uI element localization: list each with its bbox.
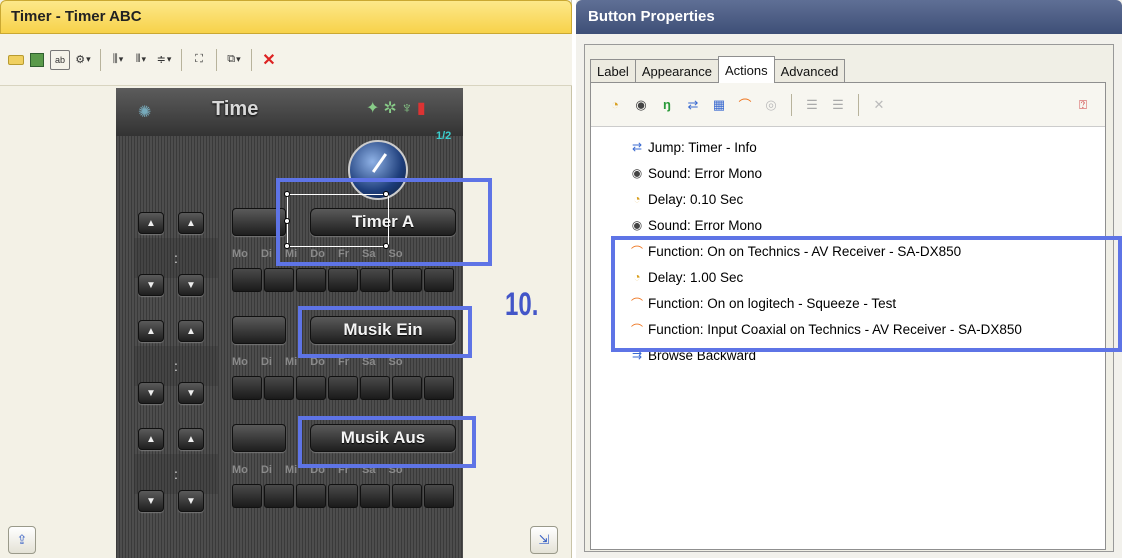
- resize-corner-icon[interactable]: ⇲: [530, 526, 558, 554]
- minute-up-button[interactable]: ▲: [178, 428, 204, 450]
- delete-icon[interactable]: ✕: [259, 50, 279, 70]
- timer-editor-panel: Timer - Timer ABC ab ⚙ ⫼ ⫴ ≑ ⛶ ⧉ ✕ ✺ Tim…: [0, 0, 572, 558]
- tab-label[interactable]: Label: [590, 59, 636, 83]
- toolbar-separator: [858, 93, 859, 116]
- hour-up-button[interactable]: ▲: [138, 428, 164, 450]
- toggle-button[interactable]: [232, 424, 286, 452]
- weekday-button[interactable]: [296, 268, 326, 292]
- action-item[interactable]: ◉ Sound: Error Mono: [629, 213, 762, 237]
- tab-advanced[interactable]: Advanced: [773, 59, 846, 83]
- weekday-button[interactable]: [424, 376, 454, 400]
- hour-up-button[interactable]: ▲: [138, 320, 164, 342]
- record-icon[interactable]: ◎: [761, 95, 781, 115]
- weekday-button[interactable]: [264, 376, 294, 400]
- distribute-icon[interactable]: ⫴: [131, 50, 151, 70]
- time-display: :: [134, 238, 218, 278]
- action-text: Sound: Error Mono: [648, 217, 763, 233]
- panel-title: Timer - Timer ABC: [0, 0, 572, 34]
- minute-down-button[interactable]: ▼: [178, 274, 204, 296]
- time-display: :: [134, 346, 218, 386]
- panel-title: Button Properties: [576, 0, 1122, 34]
- settings-icon[interactable]: ⚙: [73, 50, 93, 70]
- weekday-button[interactable]: [264, 268, 294, 292]
- action-item[interactable]: ◉ Sound: Error Mono: [629, 161, 762, 185]
- weekday-button[interactable]: [232, 376, 262, 400]
- align-vertical-icon[interactable]: ≑: [154, 50, 174, 70]
- toolbar-separator: [181, 48, 182, 71]
- action-text: Sound: Error Mono: [648, 165, 763, 181]
- weekday-button[interactable]: [424, 484, 454, 508]
- add-macro-icon[interactable]: ŋ: [657, 95, 677, 115]
- properties-tabs: Label Appearance Actions Advanced: [590, 56, 846, 83]
- highlight-musik-aus: [298, 416, 476, 468]
- sound-icon: ◉: [631, 166, 643, 180]
- loading-icon: ✺: [138, 104, 152, 121]
- action-item[interactable]: ⇄ Jump: Timer - Info: [629, 135, 757, 159]
- step-number: 10.: [505, 286, 539, 322]
- page-counter: 1/2: [436, 130, 452, 142]
- weekday-button[interactable]: [328, 484, 358, 508]
- tab-appearance[interactable]: Appearance: [634, 59, 719, 83]
- weekday-button[interactable]: [392, 484, 422, 508]
- weekday-button[interactable]: [232, 268, 262, 292]
- toolbar-separator: [791, 93, 792, 116]
- align-horizontal-icon[interactable]: ⫼: [108, 50, 128, 70]
- tab-actions[interactable]: Actions: [717, 56, 775, 83]
- screen-title: Time: [212, 98, 259, 120]
- weekday-button[interactable]: [296, 376, 326, 400]
- action-item[interactable]: ◔ Delay: 0.10 Sec: [629, 187, 743, 211]
- actions-toolbar: ◔ ◉ ŋ ⇄ ▦ ⌒ ◎ ☰ ☰ ✕ ⍰: [591, 83, 1105, 127]
- weekday-button[interactable]: [296, 484, 326, 508]
- weekday-button[interactable]: [360, 484, 390, 508]
- highlight-musik-ein: [298, 306, 472, 358]
- editor-toolbar: ab ⚙ ⫼ ⫴ ≑ ⛶ ⧉ ✕: [0, 34, 572, 86]
- jump-icon: ⇄: [631, 140, 643, 154]
- minute-up-button[interactable]: ▲: [178, 212, 204, 234]
- highlight-actions: [611, 236, 1122, 352]
- delay-icon: ◔: [633, 192, 641, 206]
- weekday-button[interactable]: [360, 268, 390, 292]
- toolbar-separator: [216, 48, 217, 71]
- toggle-button[interactable]: [232, 316, 286, 344]
- toolbar-separator: [100, 48, 101, 71]
- fit-icon[interactable]: ⛶: [189, 50, 209, 70]
- weekday-button[interactable]: [328, 268, 358, 292]
- hour-down-button[interactable]: ▼: [138, 274, 164, 296]
- sound-icon: ◉: [631, 218, 643, 232]
- weekday-button[interactable]: [264, 484, 294, 508]
- help-icon[interactable]: ⍰: [1073, 95, 1093, 115]
- hour-down-button[interactable]: ▼: [138, 382, 164, 404]
- weekday-button[interactable]: [424, 268, 454, 292]
- move-down-icon[interactable]: ☰: [828, 95, 848, 115]
- minute-down-button[interactable]: ▼: [178, 490, 204, 512]
- weekday-button[interactable]: [392, 268, 422, 292]
- hour-down-button[interactable]: ▼: [138, 490, 164, 512]
- import-icon[interactable]: ⇪: [8, 526, 36, 554]
- add-delay-icon[interactable]: ◔: [605, 95, 625, 115]
- weekday-button[interactable]: [232, 484, 262, 508]
- add-variable-icon[interactable]: ▦: [709, 95, 729, 115]
- weekday-button[interactable]: [328, 376, 358, 400]
- action-text: Jump: Timer - Info: [648, 139, 757, 155]
- status-icons: ✦✲♆▮: [366, 100, 430, 117]
- label-icon[interactable]: [8, 54, 24, 65]
- hour-up-button[interactable]: ▲: [138, 212, 164, 234]
- delete-action-icon[interactable]: ✕: [869, 95, 889, 115]
- group-icon[interactable]: ⧉: [224, 50, 244, 70]
- weekday-button[interactable]: [360, 376, 390, 400]
- add-jump-icon[interactable]: ⇄: [683, 95, 703, 115]
- move-up-icon[interactable]: ☰: [802, 95, 822, 115]
- frame-icon[interactable]: ab: [50, 49, 70, 70]
- highlight-timer-a: [276, 178, 492, 266]
- add-function-icon[interactable]: ⌒: [735, 95, 755, 115]
- weekday-button[interactable]: [392, 376, 422, 400]
- minute-down-button[interactable]: ▼: [178, 382, 204, 404]
- button-properties-panel: Button Properties Label Appearance Actio…: [576, 0, 1122, 558]
- image-icon[interactable]: [27, 50, 47, 70]
- time-display: :: [134, 454, 218, 494]
- minute-up-button[interactable]: ▲: [178, 320, 204, 342]
- action-text: Delay: 0.10 Sec: [648, 191, 744, 207]
- toolbar-separator: [251, 48, 252, 71]
- add-sound-icon[interactable]: ◉: [631, 95, 651, 115]
